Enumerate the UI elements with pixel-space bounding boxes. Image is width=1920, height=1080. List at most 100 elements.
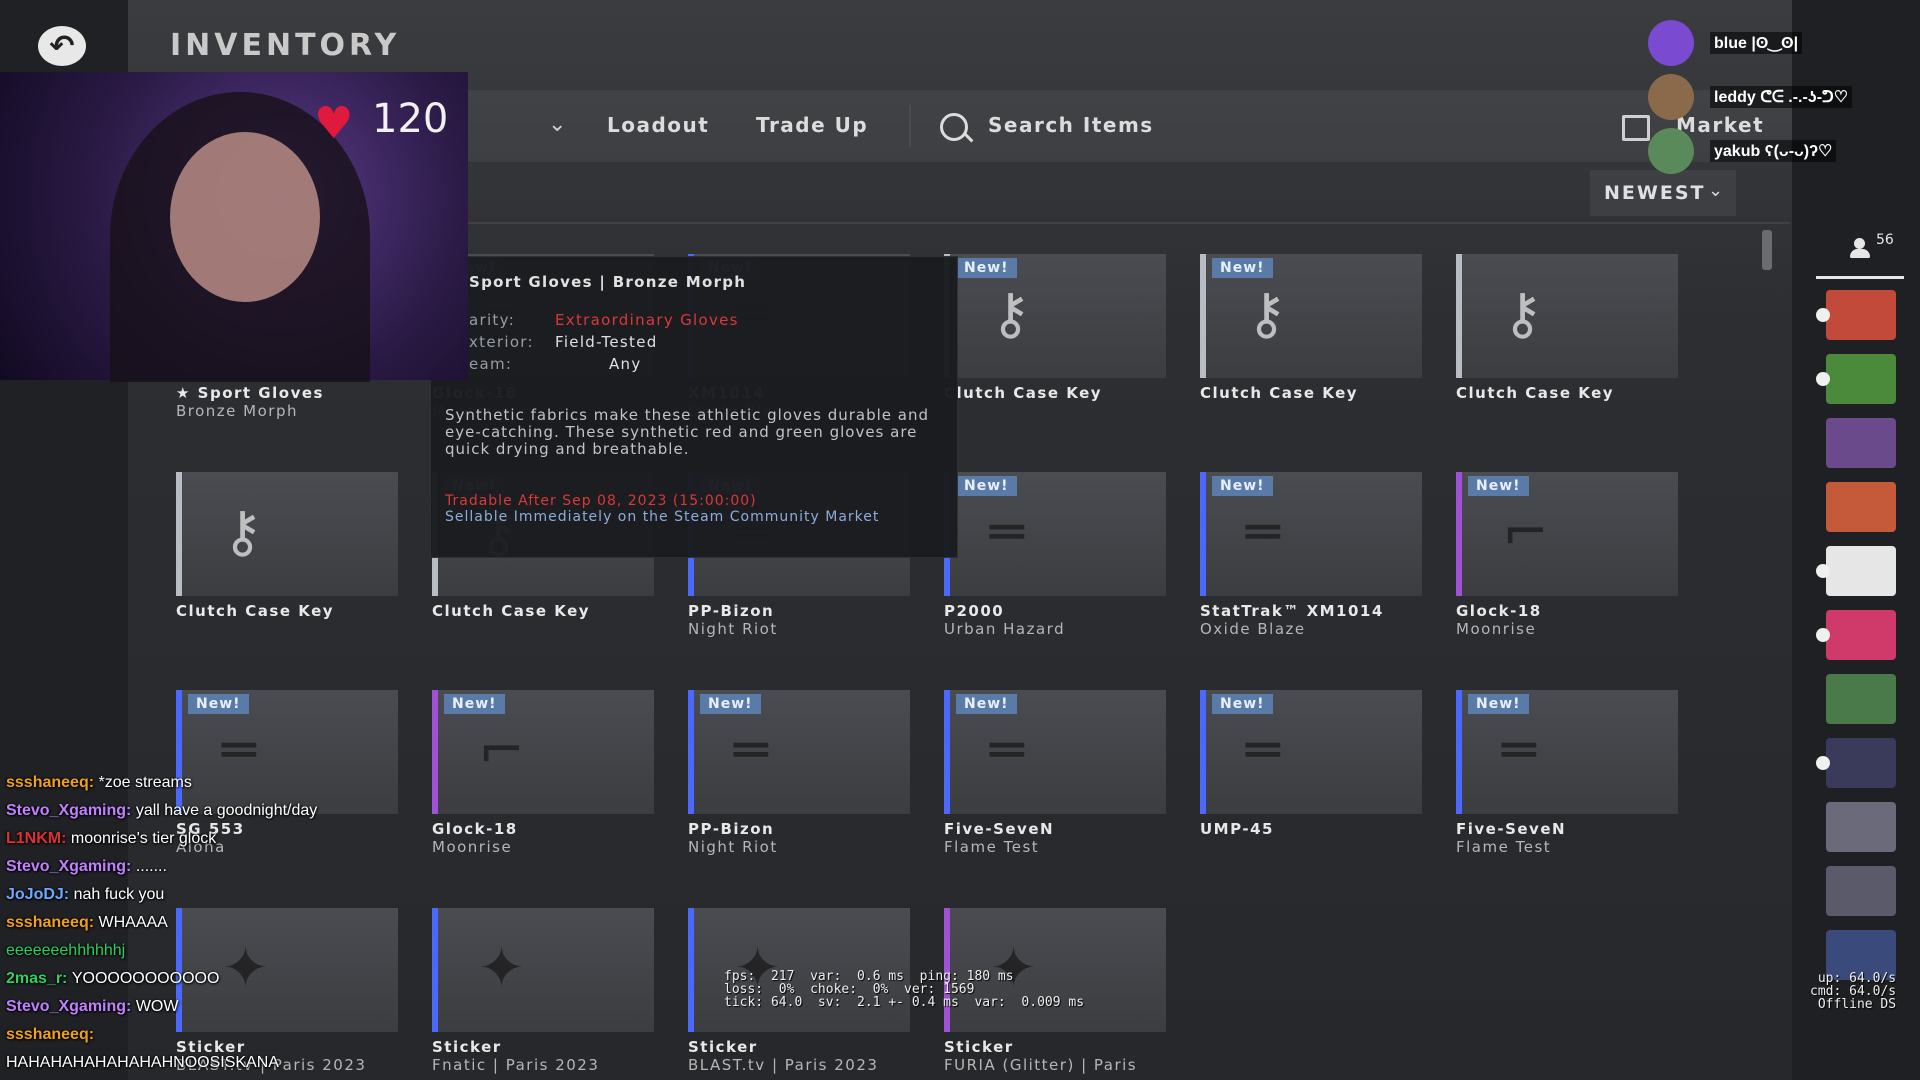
item-skin: Flame Test [1456,838,1552,856]
team-value: Any [609,355,642,373]
inventory-item[interactable]: ═ New! UMP-45 [1200,690,1422,850]
inventory-item[interactable]: ═ New! Five-SeveN Flame Test [1456,690,1678,856]
chat-message: HAHAHAHAHAHAHAHNOOSISKANA [6,1054,279,1072]
inventory-item[interactable]: ═ New! Five-SeveN Flame Test [944,690,1166,856]
chat-text: nah fuck you [73,886,165,903]
chat-message: Stevo_Xgaming: WOW [6,998,178,1016]
sort-label: NEWEST [1604,182,1706,204]
weapon-icon: ═ [734,718,768,783]
participant-avatar [1648,74,1694,120]
live-indicator-icon [1816,372,1830,386]
sellable-notice: Sellable Immediately on the Steam Commun… [445,509,880,525]
search-items-button[interactable]: Search Items [988,113,1154,137]
channel-avatar[interactable] [1826,418,1896,468]
chevron-down-icon[interactable]: ⌄ [548,112,566,137]
item-thumbnail: ═ New! [944,690,1166,814]
tab-loadout[interactable]: Loadout [607,113,709,137]
inventory-item[interactable]: ⚷ New! Clutch Case Key [944,254,1166,414]
back-arrow-icon: ↶ [49,28,75,64]
scrollbar[interactable] [1762,230,1772,270]
item-name: PP-Bizon [688,602,775,620]
tab-market[interactable]: Market [1676,113,1764,137]
inventory-item[interactable]: ═ New! SG 553 Aloha [176,690,398,856]
chat-text: HAHAHAHAHAHAHAHNOOSISKANA [6,1054,279,1071]
weapon-icon: ═ [1246,500,1280,565]
tooltip-description: Synthetic fabrics make these athletic gl… [445,406,930,458]
item-thumbnail: ⚷ [1456,254,1678,378]
chat-message: JoJoDJ: nah fuck you [6,886,164,904]
new-badge: New! [956,476,1017,496]
new-badge: New! [1212,694,1273,714]
item-skin: Urban Hazard [944,620,1066,638]
search-icon[interactable] [940,113,968,141]
chat-username: L1NKM: [6,830,71,847]
external-link-icon[interactable] [1622,115,1650,141]
item-name: Clutch Case Key [944,384,1103,402]
chat-username: Stevo_Xgaming: [6,858,136,875]
sticker-icon: ✦ [222,936,269,1001]
item-name: Five-SeveN [944,820,1055,838]
item-thumbnail: ⌐ New! [432,690,654,814]
chat-message: 2mas_r: YOOOOOOOOOOO [6,970,219,988]
channel-avatar[interactable] [1826,482,1896,532]
item-name: UMP-45 [1200,820,1274,838]
inventory-item[interactable]: ⌐ New! Glock-18Moonrise [1456,472,1678,638]
inventory-item[interactable]: ⚷ New! Clutch Case Key [1200,254,1422,414]
sort-dropdown[interactable]: NEWEST ⌄ [1590,170,1736,216]
channel-avatar[interactable] [1826,354,1896,404]
item-thumbnail: ═ New! [1456,690,1678,814]
participant-avatar [1648,20,1694,66]
chat-text: moonrise's tier glock [70,830,217,847]
channel-avatar[interactable] [1826,802,1896,852]
net-stats: up: 64.0/s cmd: 64.0/s Offline DS [1810,971,1897,1012]
exterior-value: Field-Tested [555,333,658,351]
item-thumbnail: ⌐ New! [1456,472,1678,596]
item-name: Sticker [688,1038,758,1056]
participant-name: leddy ᕦᕮ .-.-ʖ-ᕤ♡ [1710,86,1853,108]
chevron-down-icon: ⌄ [1708,180,1724,201]
inventory-item[interactable]: ⌐ New! Glock-18Moonrise [432,690,654,856]
chat-message: eeeeeeehhhhhhj [6,942,125,960]
channel-avatar[interactable] [1826,610,1896,660]
item-name: Glock-18 [1456,602,1542,620]
tab-trade-up[interactable]: Trade Up [756,113,868,137]
channel-avatar[interactable] [1826,546,1896,596]
item-name: Five-SeveN [1456,820,1567,838]
inventory-item[interactable]: ✦ Sticker Fnatic | Paris 2023 [432,908,654,1074]
active-indicator [1816,276,1904,279]
new-badge: New! [956,694,1017,714]
weapon-icon: ═ [222,718,256,783]
channel-avatar[interactable] [1826,290,1896,340]
participant-name: blue |ʘ‿ʘ| [1710,32,1803,54]
channel-avatar[interactable] [1826,674,1896,724]
chat-text: YOOOOOOOOOOO [71,970,220,987]
live-indicator-icon [1816,628,1830,642]
webcam-face [170,132,320,302]
participant-name: yakub ʕ(ᴗ-ᴗ)ʔ♡ [1710,140,1837,162]
inventory-item[interactable]: ═ New! PP-BizonNight Riot [688,690,910,856]
back-button[interactable]: ↶ [38,26,86,66]
chat-message: Stevo_Xgaming: ....... [6,858,167,876]
item-thumbnail: ⚷ New! [944,254,1166,378]
inventory-item[interactable]: ═ New! StatTrak™ XM1014 Oxide Blaze [1200,472,1422,638]
new-badge: New! [444,694,505,714]
item-thumbnail: ═ New! [688,690,910,814]
channel-avatar[interactable] [1826,866,1896,916]
inventory-item[interactable]: ✦ Sticker BLAST.tv | Paris 2023 [176,908,398,1074]
rarity-label: arity: [469,311,516,329]
weapon-icon: ⌐ [478,718,525,783]
health-value: 120 [372,96,449,142]
chat-message: ssshaneeq: *zoe streams [6,774,192,792]
inventory-item[interactable]: ═ New! P2000 Urban Hazard [944,472,1166,638]
item-skin: Oxide Blaze [1200,620,1306,638]
weapon-icon: ═ [990,718,1024,783]
item-thumbnail: ═ New! [1200,690,1422,814]
nav-divider [909,105,911,147]
inventory-item[interactable]: ⚷ Clutch Case Key [1456,254,1678,414]
live-indicator-icon [1816,756,1830,770]
inventory-item[interactable]: ⚷ Clutch Case Key [176,472,398,632]
channel-avatar[interactable] [1826,738,1896,788]
chat-username: Stevo_Xgaming: [6,998,136,1015]
item-skin: Moonrise [432,838,513,856]
chat-text: eeeeeeehhhhhhj [6,942,126,959]
